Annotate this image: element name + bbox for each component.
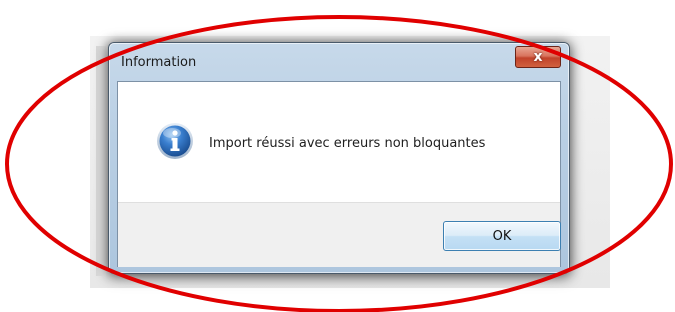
- message-area: Import réussi avec erreurs non bloquante…: [118, 82, 560, 202]
- dialog-titlebar[interactable]: Information x: [109, 43, 569, 79]
- close-button[interactable]: x: [515, 46, 561, 68]
- message-text: Import réussi avec erreurs non bloquante…: [209, 136, 486, 151]
- info-icon: [157, 123, 193, 159]
- information-dialog: Information x Import réussi avec erreurs…: [108, 42, 570, 274]
- backdrop-shadow: [96, 46, 106, 276]
- ok-button[interactable]: OK: [443, 221, 561, 251]
- close-icon: x: [533, 49, 543, 65]
- button-bar: OK: [118, 202, 561, 267]
- dialog-title: Information: [121, 55, 197, 70]
- dialog-content: Import réussi avec erreurs non bloquante…: [117, 81, 561, 267]
